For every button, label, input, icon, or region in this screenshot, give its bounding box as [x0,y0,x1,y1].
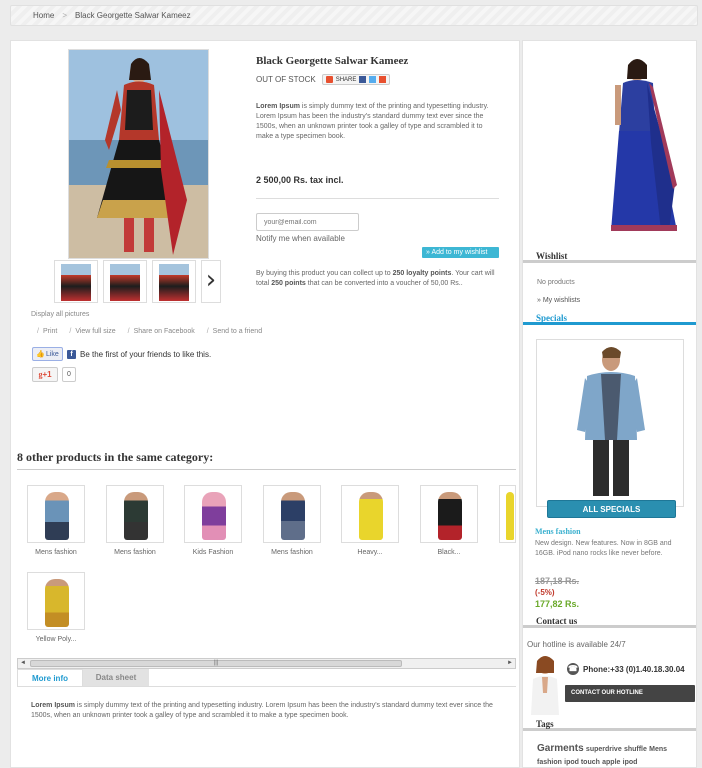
product-thumbnail[interactable] [103,260,147,303]
other-products-title: 8 other products in the same category: [17,450,214,464]
more-info-text: Lorem Ipsum is simply dummy text of the … [31,702,493,719]
loyalty-points-text: By buying this product you can collect u… [256,270,495,287]
all-specials-button[interactable]: ALL SPECIALS [547,500,676,518]
share-button[interactable]: SHARE [321,74,391,85]
facebook-like: 👍 Like f Be the first of your friends to… [32,347,211,361]
breadcrumb-separator: > [62,11,68,20]
hotline-text: Our hotline is available 24/7 [527,640,626,649]
special-product-image[interactable] [536,339,684,507]
notify-me-link[interactable]: Notify me when available [256,234,345,243]
facebook-icon: f [67,349,76,359]
print-link[interactable]: / Print [37,328,57,335]
special-discount: (-5%) [535,588,555,597]
product-card-label[interactable]: Kids Fashion [173,549,253,556]
breadcrumb-current: Black Georgette Salwar Kameez [75,11,191,20]
breadcrumb: Home > Black Georgette Salwar Kameez [10,5,698,26]
send-to-friend-link[interactable]: / Send to a friend [207,328,262,335]
tag-link[interactable]: apple [602,759,620,766]
product-card-image[interactable] [27,572,85,630]
divider [17,469,516,470]
product-card-image[interactable] [420,485,478,543]
man-in-jacket-image [577,347,645,496]
product-card-image[interactable] [106,485,164,543]
divider [256,198,499,199]
product-thumbnail[interactable] [54,260,98,303]
share-facebook-link[interactable]: / Share on Facebook [128,328,195,335]
product-actions: / Print / View full size / Share on Faceboo… [37,328,262,335]
contact-heading: Contact us [523,610,696,628]
product-card-image[interactable] [499,485,516,543]
facebook-like-button[interactable]: 👍 Like [32,347,63,361]
my-wishlists-link[interactable]: » My wishlists [537,297,580,304]
tag-link[interactable]: ipod touch [564,759,600,766]
special-product-name[interactable]: Mens fashion [535,527,581,536]
wishlist-empty-text: No products [537,279,575,286]
product-short-description: Lorem Ipsum is simply dummy text of the … [256,103,489,140]
thumbnail-next-arrow[interactable]: › [201,260,221,303]
product-card-label[interactable]: Heavy... [330,549,410,556]
tag-link[interactable]: shuffle [624,746,647,753]
facebook-icon [359,76,367,83]
horizontal-scrollbar[interactable]: ◄ ||| ► [17,658,516,669]
product-card-image[interactable] [341,485,399,543]
woman-in-salwar-image [69,50,208,258]
product-card-label[interactable]: Mens fashion [95,549,175,556]
product-tabs: More info Data sheet [17,669,516,687]
product-card-label[interactable]: Yellow Poly... [16,636,96,643]
tab-data-sheet[interactable]: Data sheet [83,669,149,686]
contact-hotline-button[interactable]: CONTACT OUR HOTLINE [565,685,695,702]
saree-promo-image[interactable] [597,53,687,235]
right-sidebar: Wishlist No products » My wishlists Spec… [522,40,697,768]
hotline-phone: ☎ Phone:+33 (0)1.40.18.30.04 [567,663,685,675]
breadcrumb-home-link[interactable]: Home [33,11,54,20]
product-thumbnail[interactable] [152,260,196,303]
specials-heading: Specials [523,307,696,325]
twitter-icon [369,76,377,83]
product-main-column: › Display all pictures / Print / View full… [10,40,520,768]
product-card-label[interactable]: Mens fashion [252,549,332,556]
facebook-like-text: Be the first of your friends to like thi… [80,349,212,359]
tag-link[interactable]: superdrive [586,746,622,753]
tab-more-info[interactable]: More info [17,669,83,686]
thumbs-up-icon: 👍 [36,351,45,358]
scrollbar-thumb[interactable]: ||| [30,660,402,667]
tag-link[interactable]: fashion [537,759,562,766]
product-main-image[interactable] [68,49,209,259]
view-full-size-link[interactable]: / View full size [69,328,115,335]
tag-link[interactable]: Garments [537,743,584,754]
phone-icon: ☎ [567,663,579,675]
add-to-wishlist-button[interactable]: » Add to my wishlist [422,247,499,258]
share-icon [325,76,333,83]
product-card-image[interactable] [184,485,242,543]
wishlist-heading: Wishlist [523,245,696,263]
google-plus-count: 0 [62,367,76,382]
stock-row: OUT OF STOCK SHARE [256,74,391,85]
special-new-price: 177,82 Rs. [535,599,580,609]
notify-email-input[interactable] [256,213,359,231]
google-plus-widget: g+1 0 [32,367,76,382]
product-title: Black Georgette Salwar Kameez [256,55,409,67]
display-all-pictures-link[interactable]: Display all pictures [31,311,89,318]
product-card-label[interactable]: Mens fashion [16,549,96,556]
stock-status: OUT OF STOCK [256,75,316,84]
plus-icon [379,76,387,83]
google-plus-button[interactable]: g+1 [32,367,58,382]
product-card-label[interactable]: Black... [409,549,489,556]
special-product-description: New design. New features. Now in 8GB and… [535,540,672,557]
special-old-price: 187,18 Rs. [535,576,580,586]
support-agent-image [527,653,563,715]
product-card-image[interactable] [27,485,85,543]
product-card-image[interactable] [263,485,321,543]
tag-link[interactable]: Mens [649,746,667,753]
tag-cloud: Garments superdrive shuffle Mens fashion… [537,743,692,768]
scroll-left-arrow-icon[interactable]: ◄ [20,660,26,666]
product-price: 2 500,00 Rs. tax incl. [256,175,344,185]
tags-heading: Tags [523,713,696,731]
scroll-right-arrow-icon[interactable]: ► [507,660,513,666]
woman-in-saree-image [611,59,677,231]
tag-link[interactable]: ipod [623,759,638,766]
